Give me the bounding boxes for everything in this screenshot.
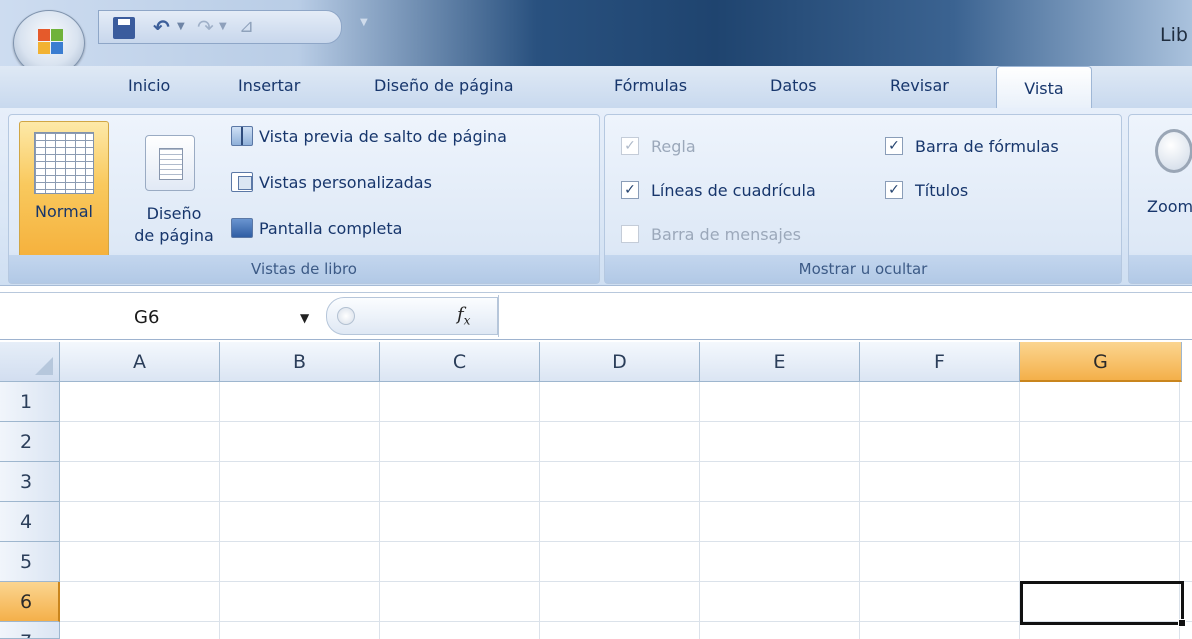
office-logo-icon: [38, 29, 64, 55]
ruler-check-icon: ✓: [621, 136, 639, 155]
gridlines-check-icon: ✓: [621, 180, 639, 199]
group-label-mostrar: Mostrar u ocultar: [605, 255, 1121, 283]
chart-icon[interactable]: ⊿: [239, 15, 254, 39]
column-header-g[interactable]: G: [1020, 342, 1182, 382]
name-box-dropdown-icon[interactable]: ▼: [300, 311, 309, 325]
insert-function-icon[interactable]: fx: [457, 304, 470, 328]
full-screen-button[interactable]: Pantalla completa: [231, 215, 402, 243]
custom-views-button[interactable]: Vistas personalizadas: [231, 169, 432, 197]
column-header-e[interactable]: E: [700, 342, 860, 382]
page-break-icon: [231, 125, 253, 146]
zoom-label[interactable]: Zoom: [1147, 197, 1192, 216]
page-break-label: Vista previa de salto de página: [259, 127, 507, 146]
worksheet-grid: A B C D E F G 1 2 3 4 5 6 7: [0, 342, 1192, 639]
window-title: Lib: [1160, 24, 1188, 46]
tab-vista[interactable]: Vista: [996, 66, 1092, 112]
row-header-3[interactable]: 3: [0, 462, 60, 502]
full-screen-icon: [231, 217, 253, 238]
ribbon-tabs: Inicio Insertar Diseño de página Fórmula…: [0, 66, 1192, 112]
name-box[interactable]: G6 ▼: [0, 295, 326, 337]
page-layout-label: Diseño de página: [119, 203, 229, 247]
custom-views-icon: [231, 171, 253, 192]
ruler-label: Regla: [651, 137, 696, 156]
undo-dropdown-icon[interactable]: ▼: [177, 15, 185, 39]
message-bar-checkbox[interactable]: Barra de mensajes: [621, 221, 801, 249]
normal-view-icon: [34, 132, 94, 194]
ribbon: Normal Diseño de página Vista previa de …: [0, 108, 1192, 286]
page-layout-view-button[interactable]: Diseño de página: [119, 121, 229, 261]
message-bar-label: Barra de mensajes: [651, 225, 801, 244]
gridlines-checkbox[interactable]: ✓ Líneas de cuadrícula: [621, 177, 816, 205]
group-label-vistas: Vistas de libro: [9, 255, 599, 283]
column-header-d[interactable]: D: [540, 342, 700, 382]
fill-handle[interactable]: [1178, 619, 1186, 627]
tab-inicio[interactable]: Inicio: [128, 76, 170, 95]
headings-check-icon: ✓: [885, 180, 903, 199]
formula-resize-icon[interactable]: [337, 307, 355, 325]
normal-view-label: Normal: [35, 202, 93, 221]
row-header-5[interactable]: 5: [0, 542, 60, 582]
name-box-value: G6: [134, 307, 160, 328]
group-mostrar-ocultar: ✓ Regla ✓ Líneas de cuadrícula Barra de me…: [604, 114, 1122, 284]
group-label-zoom: [1129, 255, 1192, 283]
page-layout-label-line1: Diseño: [146, 204, 202, 223]
quick-access-toolbar: ↶ ▼ ↷ ▼ ⊿: [98, 10, 342, 44]
column-header-a[interactable]: A: [60, 342, 220, 382]
headings-checkbox[interactable]: ✓ Títulos: [885, 177, 968, 205]
active-cell-g6[interactable]: [1020, 581, 1184, 625]
tab-formulas[interactable]: Fórmulas: [614, 76, 687, 95]
formula-bar-checkbox[interactable]: ✓ Barra de fórmulas: [885, 133, 1059, 161]
column-header-c[interactable]: C: [380, 342, 540, 382]
page-break-preview-button[interactable]: Vista previa de salto de página: [231, 123, 507, 151]
row-header-2[interactable]: 2: [0, 422, 60, 462]
zoom-icon[interactable]: [1155, 129, 1192, 173]
title-bar: ↶ ▼ ↷ ▼ ⊿ ▼ Lib: [0, 0, 1192, 76]
page-layout-label-line2: de página: [134, 226, 214, 245]
tab-diseno-pagina[interactable]: Diseño de página: [374, 76, 514, 95]
select-all-button[interactable]: [0, 342, 60, 382]
tab-datos[interactable]: Datos: [770, 76, 817, 95]
undo-icon[interactable]: ↶: [153, 15, 170, 39]
formula-bar: G6 ▼ fx: [0, 292, 1192, 340]
formula-controls: fx: [326, 297, 498, 335]
row-header-4[interactable]: 4: [0, 502, 60, 542]
message-bar-check-icon: [621, 224, 639, 243]
tab-insertar[interactable]: Insertar: [238, 76, 300, 95]
column-header-f[interactable]: F: [860, 342, 1020, 382]
row-header-1[interactable]: 1: [0, 382, 60, 422]
custom-views-label: Vistas personalizadas: [259, 173, 432, 192]
formula-bar-label: Barra de fórmulas: [915, 137, 1059, 156]
redo-icon[interactable]: ↷: [197, 15, 214, 39]
row-header-7[interactable]: 7: [0, 622, 60, 639]
formula-bar-check-icon: ✓: [885, 136, 903, 155]
group-zoom: Zoom: [1128, 114, 1192, 284]
page-layout-icon: [145, 135, 195, 191]
gridlines-label: Líneas de cuadrícula: [651, 181, 816, 200]
redo-dropdown-icon[interactable]: ▼: [219, 15, 227, 39]
headings-label: Títulos: [915, 181, 969, 200]
group-vistas-de-libro: Normal Diseño de página Vista previa de …: [8, 114, 600, 284]
row-header-6[interactable]: 6: [0, 582, 60, 622]
tab-revisar[interactable]: Revisar: [890, 76, 949, 95]
formula-input[interactable]: [498, 295, 1192, 337]
column-header-b[interactable]: B: [220, 342, 380, 382]
normal-view-button[interactable]: Normal: [19, 121, 109, 261]
ruler-checkbox[interactable]: ✓ Regla: [621, 133, 696, 161]
full-screen-label: Pantalla completa: [259, 219, 403, 238]
customize-toolbar-icon[interactable]: ▼: [360, 17, 368, 28]
save-icon[interactable]: [113, 17, 135, 39]
